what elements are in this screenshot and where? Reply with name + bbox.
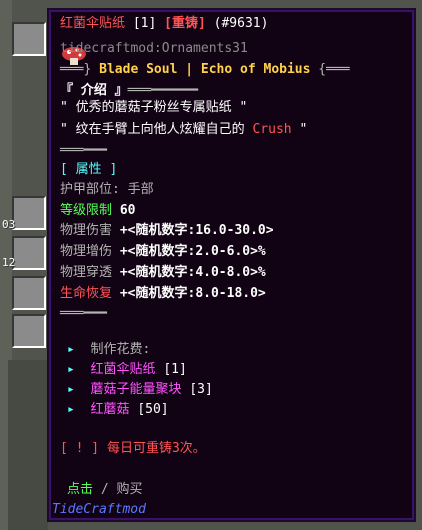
- cost-item: ▸ 蘑菇子能量聚块 [3]: [67, 382, 213, 398]
- cost-item-qty: [3]: [181, 382, 213, 397]
- bullet-icon: ▸: [67, 362, 75, 377]
- click-action[interactable]: 点击: [67, 482, 93, 497]
- inventory-slot[interactable]: [12, 314, 46, 348]
- stat-value: +<随机数字:8.0-18.0>: [112, 286, 266, 301]
- banner-right-deco: {═══: [318, 62, 350, 77]
- item-count: 12: [2, 256, 16, 269]
- stat-label: 物理穿透: [60, 265, 113, 280]
- stat-value: +<随机数字:2.0-6.0>%: [112, 244, 266, 259]
- action-separator: /: [93, 482, 117, 497]
- intro-line-2-highlight: Crush: [252, 122, 292, 137]
- cost-item-name: 红菌伞贴纸: [90, 362, 156, 377]
- buy-action[interactable]: 购买: [117, 482, 143, 497]
- inventory-slot[interactable]: [12, 196, 46, 230]
- intro-header-label: 『 介绍 』: [60, 83, 128, 98]
- cost-item-name: 蘑菇子能量聚块: [90, 382, 182, 397]
- level-requirement-line: 等级限制 60: [60, 203, 136, 219]
- bullet-icon: ▸: [67, 402, 75, 417]
- background-panel: [8, 360, 48, 530]
- mod-id: tidecraftmod:Ornaments31: [60, 41, 248, 56]
- stat-value: +<随机数字:4.0-8.0>%: [112, 265, 266, 280]
- reforge-notice-text: 每日可重铸3次。: [99, 441, 206, 456]
- stat-line: 生命恢复 +<随机数字:8.0-18.0>: [60, 286, 266, 302]
- intro-line-2-prefix: " 纹在手臂上向他人炫耀自己的: [60, 122, 253, 137]
- item-title: 红菌伞贴纸 [1] [重铸] (#9631): [60, 16, 268, 32]
- item-level: [1]: [132, 16, 157, 31]
- stat-value: +<随机数字:16.0-30.0>: [112, 223, 274, 238]
- level-requirement-value: 60: [112, 203, 136, 218]
- bullet-icon: ▸: [67, 342, 75, 357]
- intro-header: 『 介绍 』═══━━━━━━: [60, 83, 198, 99]
- banner-left-deco: ═══}: [60, 62, 92, 77]
- item-count: 03: [2, 218, 16, 231]
- cost-item: ▸ 红蘑菇 [50]: [67, 402, 169, 418]
- action-line: 点击 / 购买: [67, 482, 143, 498]
- set-banner: ═══} Blade Soul | Echo of Mobius {═══: [60, 62, 350, 78]
- level-requirement-label: 等级限制: [60, 203, 113, 218]
- cost-item-qty: [1]: [155, 362, 187, 377]
- item-tooltip: 红菌伞贴纸 [1] [重铸] (#9631) tidecraftmod:Orna…: [47, 8, 416, 522]
- cost-item: ▸ 红菌伞贴纸 [1]: [67, 362, 187, 378]
- intro-footer-deco: ═══━━━: [60, 143, 107, 158]
- inventory-slot[interactable]: [12, 236, 46, 270]
- reforge-tag: [重铸]: [164, 16, 206, 31]
- intro-line-1: " 优秀的蘑菇子粉丝专属贴纸 ": [60, 100, 248, 115]
- stat-label: 物理伤害: [60, 223, 113, 238]
- armor-slot-label: 护甲部位:: [60, 182, 128, 197]
- attributes-header: [ 属性 ]: [60, 162, 118, 177]
- cost-header-line: ▸ 制作花费:: [67, 342, 150, 358]
- stat-line: 物理穿透 +<随机数字:4.0-8.0>%: [60, 265, 266, 281]
- item-id: (#9631): [213, 16, 269, 31]
- cost-item-name: 红蘑菇: [90, 402, 130, 417]
- cost-header: 制作花费:: [90, 342, 151, 357]
- reforge-notice: [ ! ] 每日可重铸3次。: [60, 441, 206, 457]
- warning-icon: [ ! ]: [60, 441, 100, 456]
- intro-line-2: " 纹在手臂上向他人炫耀自己的 Crush ": [60, 122, 307, 138]
- stat-line: 物理伤害 +<随机数字:16.0-30.0>: [60, 223, 274, 239]
- banner-text: Blade Soul | Echo of Mobius: [99, 62, 311, 77]
- stat-label: 生命恢复: [60, 286, 113, 301]
- item-name: 红菌伞贴纸: [60, 16, 126, 31]
- inventory-slot[interactable]: [12, 276, 46, 310]
- bullet-icon: ▸: [67, 382, 75, 397]
- cost-item-qty: [50]: [129, 402, 169, 417]
- mod-source: TideCraftmod: [52, 502, 146, 517]
- stat-label: 物理增伤: [60, 244, 113, 259]
- stat-line: 物理增伤 +<随机数字:2.0-6.0>%: [60, 244, 266, 260]
- intro-line-2-suffix: ": [291, 122, 308, 137]
- attributes-footer-deco: ═══━━━: [60, 306, 107, 321]
- inventory-slot[interactable]: [12, 22, 46, 56]
- armor-slot-line: 护甲部位: 手部: [60, 182, 154, 198]
- armor-slot-value: 手部: [127, 182, 154, 197]
- intro-header-deco: ═══━━━━━━: [127, 83, 199, 98]
